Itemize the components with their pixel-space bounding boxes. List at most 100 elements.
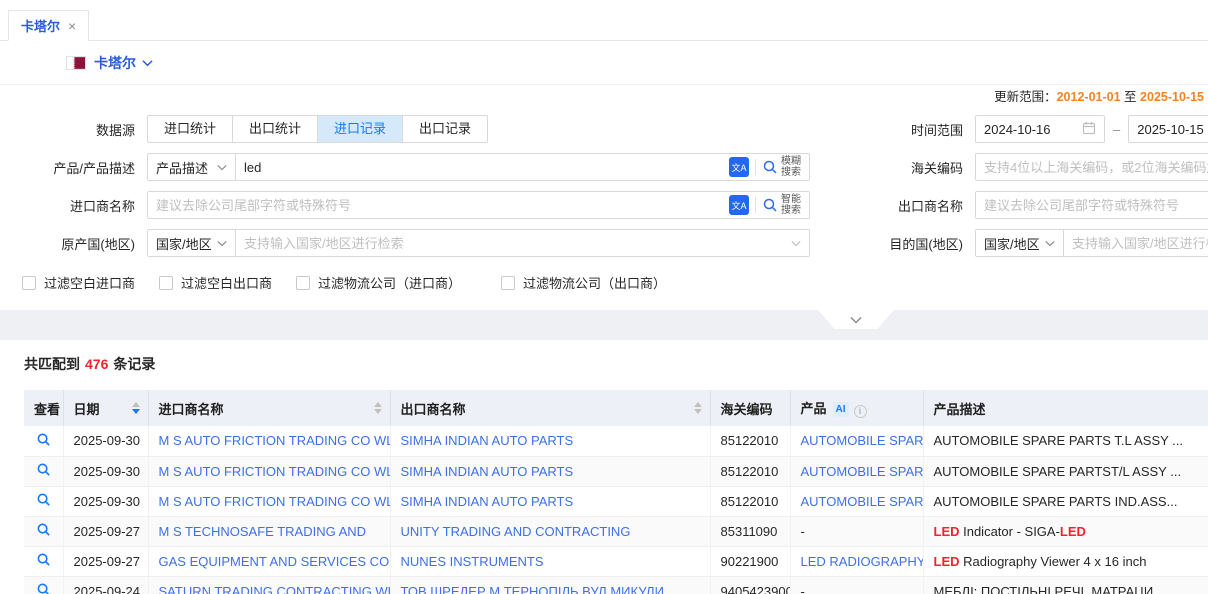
collapse-filters-button[interactable] (818, 310, 894, 329)
checkbox-label: 过滤空白出口商 (181, 273, 272, 292)
destination-label: 目的国(地区) (877, 234, 963, 253)
exporter-link[interactable]: UNITY TRADING AND CONTRACTING (401, 524, 631, 539)
importer-link[interactable]: M S AUTO FRICTION TRADING CO WLL (159, 464, 391, 479)
exporter-label: 出口商名称 (877, 196, 963, 215)
checkbox-icon[interactable] (159, 276, 173, 290)
search-icon (36, 552, 51, 567)
end-date-value: 2025-10-15 (1137, 122, 1204, 137)
importer-link[interactable]: M S AUTO FRICTION TRADING CO WLL (159, 433, 391, 448)
filter-row-datasource: 数据源 进口统计 出口统计 进口记录 出口记录 时间范围 2024-10-16 … (0, 115, 1208, 143)
fuzzy-search-button[interactable]: 模糊 搜索 (762, 156, 801, 178)
end-date-input[interactable]: 2025-10-15 (1128, 115, 1208, 143)
column-label: 出口商名称 (401, 402, 466, 417)
results-section: 共匹配到476条记录 查看日期进口商名称出口商名称海关编码产品AIi产品描述 2… (0, 340, 1208, 594)
product-type-select-value: 产品描述 (156, 158, 208, 177)
view-record-button[interactable] (36, 555, 51, 570)
product-link[interactable]: AUTOMOBILE SPARE P... (801, 464, 924, 479)
exporter-link[interactable]: SIMHA INDIAN AUTO PARTS (401, 433, 574, 448)
description-text: Radiography Viewer 4 x 16 inch (960, 554, 1147, 569)
column-label: 产品描述 (934, 402, 986, 417)
checkbox-label: 过滤物流公司（进口商） (318, 273, 461, 292)
product-description-cell: AUTOMOBILE SPARE PARTS T.L ASSY ... (923, 426, 1208, 456)
exporter-name-input[interactable] (976, 198, 1208, 213)
origin-country-input[interactable] (236, 236, 791, 251)
page-title: 卡塔尔 (94, 53, 136, 73)
checkbox-filter-logistics-importer[interactable]: 过滤物流公司（进口商） (296, 273, 461, 292)
tab-qatar[interactable]: 卡塔尔 × (8, 10, 89, 41)
product-link[interactable]: AUTOMOBILE SPARE P... (801, 433, 924, 448)
product-type-select[interactable]: 产品描述 (148, 154, 236, 180)
datasource-export-stats-button[interactable]: 出口统计 (232, 115, 318, 143)
view-cell (24, 486, 63, 516)
importer-link[interactable]: GAS EQUIPMENT AND SERVICES CO LTD (159, 554, 391, 569)
checkbox-icon[interactable] (501, 276, 515, 290)
exporter-link[interactable]: ТОВ ШРЕДЕР М ТЕРНОПІЛЬ ВУЛ МИКУЛИ... (401, 584, 675, 594)
info-icon[interactable]: i (854, 405, 867, 418)
datasource-import-stats-button[interactable]: 进口统计 (147, 115, 233, 143)
start-date-input[interactable]: 2024-10-16 (975, 115, 1105, 143)
importer-link[interactable]: SATURN TRADING CONTRACTING WLL BUI... (159, 584, 391, 594)
product-link[interactable]: AUTOMOBILE SPARE P... (801, 494, 924, 509)
origin-country-select-value: 国家/地区 (156, 234, 212, 253)
checkbox-filter-logistics-exporter[interactable]: 过滤物流公司（出口商） (501, 273, 666, 292)
description-text: AUTOMOBILE SPARE PARTS IND.ASS... (934, 494, 1178, 509)
search-icon (36, 582, 51, 594)
product-cell: AUTOMOBILE SPARE P... (790, 456, 923, 486)
product-cell: LED RADIOGRAPHY VI... (790, 546, 923, 576)
close-icon[interactable]: × (68, 18, 76, 34)
sort-icon[interactable] (694, 402, 702, 414)
tab-label: 卡塔尔 (21, 16, 60, 35)
translate-icon[interactable]: 文A (729, 157, 749, 177)
translate-icon[interactable]: 文A (729, 195, 749, 215)
destination-country-input[interactable] (1064, 236, 1208, 251)
table-row: 2025-09-27M S TECHNOSAFE TRADING ANDUNIT… (24, 516, 1208, 546)
hs-code-cell: 85122010 (710, 486, 790, 516)
importer-cell: GAS EQUIPMENT AND SERVICES CO LTD (148, 546, 390, 576)
description-text: AUTOMOBILE SPARE PARTST/L ASSY ... (934, 464, 1182, 479)
chevron-down-icon (1045, 240, 1055, 247)
product-cell: AUTOMOBILE SPARE P... (790, 486, 923, 516)
exporter-link[interactable]: NUNES INSTRUMENTS (401, 554, 544, 569)
checkbox-filter-blank-importer[interactable]: 过滤空白进口商 (22, 273, 135, 292)
smart-search-button[interactable]: 智能 搜索 (762, 194, 801, 216)
hs-code-group: 海关编码 (877, 153, 1208, 181)
sort-icon[interactable] (132, 402, 140, 414)
description-text: AUTOMOBILE SPARE PARTS T.L ASSY ... (934, 433, 1184, 448)
update-range-from: 2012-01-01 (1057, 90, 1121, 104)
view-record-button[interactable] (36, 585, 51, 594)
view-record-button[interactable] (36, 495, 51, 510)
product-description-cell: AUTOMOBILE SPARE PARTST/L ASSY ... (923, 456, 1208, 486)
checkbox-icon[interactable] (296, 276, 310, 290)
view-record-button[interactable] (36, 435, 51, 450)
sort-icon[interactable] (374, 402, 382, 414)
table-header-row: 查看日期进口商名称出口商名称海关编码产品AIi产品描述 (24, 390, 1208, 426)
checkbox-icon[interactable] (22, 276, 36, 290)
product-search-input[interactable] (236, 160, 729, 175)
product-link[interactable]: LED RADIOGRAPHY VI... (801, 554, 924, 569)
view-record-button[interactable] (36, 525, 51, 540)
column-header-importer[interactable]: 进口商名称 (148, 390, 390, 426)
datasource-import-records-button[interactable]: 进口记录 (317, 115, 403, 143)
hs-code-input[interactable] (976, 160, 1208, 175)
view-cell (24, 426, 63, 456)
view-record-button[interactable] (36, 465, 51, 480)
importer-name-input[interactable] (148, 198, 729, 213)
column-header-date[interactable]: 日期 (63, 390, 148, 426)
hs-code-cell: 85311090 (710, 516, 790, 546)
chevron-down-icon[interactable] (142, 59, 153, 67)
exporter-link[interactable]: SIMHA INDIAN AUTO PARTS (401, 494, 574, 509)
origin-country-select[interactable]: 国家/地区 (148, 230, 236, 256)
datasource-export-records-button[interactable]: 出口记录 (402, 115, 488, 143)
date-cell: 2025-09-30 (63, 456, 148, 486)
importer-link[interactable]: M S AUTO FRICTION TRADING CO WLL (159, 494, 391, 509)
checkbox-filter-blank-exporter[interactable]: 过滤空白出口商 (159, 273, 272, 292)
update-range-to-word: 至 (1124, 90, 1137, 104)
exporter-cell: SIMHA INDIAN AUTO PARTS (390, 486, 710, 516)
destination-country-select[interactable]: 国家/地区 (976, 230, 1064, 256)
importer-link[interactable]: M S TECHNOSAFE TRADING AND (159, 524, 367, 539)
exporter-link[interactable]: SIMHA INDIAN AUTO PARTS (401, 464, 574, 479)
product-description-cell: МЕБЛІ; ПОСТІЛЬНІ РЕЧІ, МАТРАЦИ,... (923, 576, 1208, 594)
column-header-exporter[interactable]: 出口商名称 (390, 390, 710, 426)
importer-cell: M S TECHNOSAFE TRADING AND (148, 516, 390, 546)
hs-code-cell: 85122010 (710, 456, 790, 486)
